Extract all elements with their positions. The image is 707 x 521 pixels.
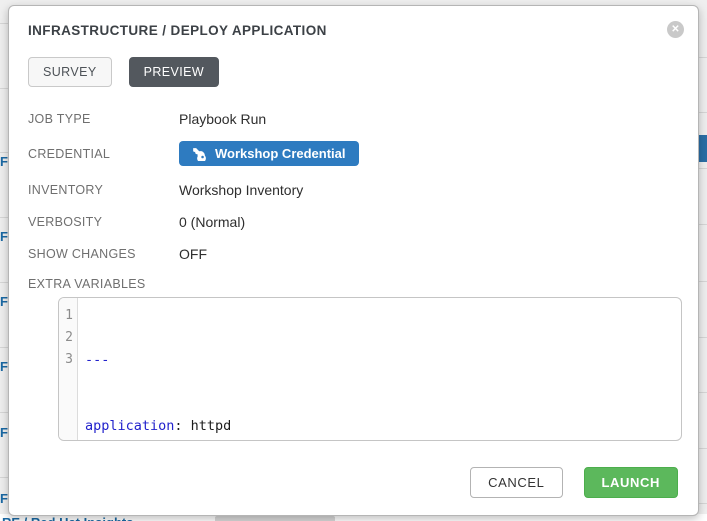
line-number: 3 (59, 349, 77, 371)
backdrop-row-divider (699, 503, 707, 504)
detail-row-job-type: JOB TYPE Playbook Run (28, 109, 678, 128)
backdrop-row-divider (699, 224, 707, 225)
backdrop-text-fragment: F (0, 360, 8, 373)
detail-row-verbosity: VERBOSITY 0 (Normal) (28, 212, 678, 231)
detail-value: Workshop Inventory (179, 182, 303, 198)
backdrop-row-divider (699, 281, 707, 282)
key-icon (192, 147, 206, 161)
detail-value: OFF (179, 246, 207, 262)
backdrop-row-divider (0, 347, 8, 348)
line-number: 2 (59, 327, 77, 349)
extra-variables-editor[interactable]: 1 2 3 --- application: httpd (58, 297, 682, 441)
backdrop-badge-fragment (215, 516, 335, 521)
backdrop-text-fragment: F (0, 492, 8, 505)
job-details: JOB TYPE Playbook Run CREDENTIAL Worksho… (28, 109, 678, 263)
code-line: application: httpd (85, 415, 681, 437)
code-token: application (85, 418, 174, 434)
backdrop-row-divider (699, 57, 707, 58)
backdrop-row-divider (0, 88, 8, 89)
credential-badge-label: Workshop Credential (215, 146, 346, 161)
detail-label: SHOW CHANGES (28, 247, 179, 261)
line-number: 1 (59, 305, 77, 327)
backdrop-text-fragment: F (0, 230, 8, 243)
detail-value: 0 (Normal) (179, 214, 245, 230)
detail-label: INVENTORY (28, 183, 179, 197)
backdrop-row-divider (0, 217, 8, 218)
code-line: --- (85, 349, 681, 371)
detail-label: JOB TYPE (28, 112, 179, 126)
modal-title: INFRASTRUCTURE / DEPLOY APPLICATION (28, 22, 678, 40)
backdrop-row-divider (699, 337, 707, 338)
detail-value: Playbook Run (179, 111, 266, 127)
detail-row-credential: CREDENTIAL Workshop Credential (28, 141, 678, 166)
credential-badge[interactable]: Workshop Credential (179, 141, 359, 166)
backdrop-row-divider (699, 392, 707, 393)
backdrop-row-divider (0, 282, 8, 283)
backdrop-row-divider (0, 23, 8, 24)
modal-header: INFRASTRUCTURE / DEPLOY APPLICATION ✕ (28, 22, 678, 40)
backdrop-row-divider (699, 448, 707, 449)
launch-button[interactable]: LAUNCH (584, 467, 678, 498)
detail-label: VERBOSITY (28, 215, 179, 229)
extra-variables-label: EXTRA VARIABLES (28, 277, 678, 291)
tab-bar: SURVEY PREVIEW (28, 57, 678, 87)
code-token: --- (85, 352, 109, 368)
tab-preview[interactable]: PREVIEW (129, 57, 219, 87)
editor-line-number-gutter: 1 2 3 (59, 298, 78, 440)
backdrop-row-divider (699, 168, 707, 169)
tab-survey[interactable]: SURVEY (28, 57, 112, 87)
backdrop-row-divider (699, 112, 707, 113)
backdrop-text-fragment: F (0, 155, 8, 168)
cancel-button[interactable]: CANCEL (470, 467, 562, 498)
modal-footer: CANCEL LAUNCH (28, 467, 678, 498)
detail-label: CREDENTIAL (28, 147, 179, 161)
backdrop-blue-button-fragment (699, 135, 707, 162)
code-token: : httpd (174, 418, 231, 434)
close-icon[interactable]: ✕ (667, 21, 684, 38)
backdrop-row-divider (0, 477, 8, 478)
detail-row-inventory: INVENTORY Workshop Inventory (28, 180, 678, 199)
backdrop-text-fragment: F (0, 295, 8, 308)
backdrop-row-divider (0, 152, 8, 153)
editor-code-area[interactable]: --- application: httpd (78, 298, 681, 440)
detail-row-show-changes: SHOW CHANGES OFF (28, 244, 678, 263)
backdrop-text-fragment: F (0, 426, 8, 439)
deploy-application-modal: INFRASTRUCTURE / DEPLOY APPLICATION ✕ SU… (8, 5, 699, 516)
backdrop-row-divider (0, 412, 8, 413)
